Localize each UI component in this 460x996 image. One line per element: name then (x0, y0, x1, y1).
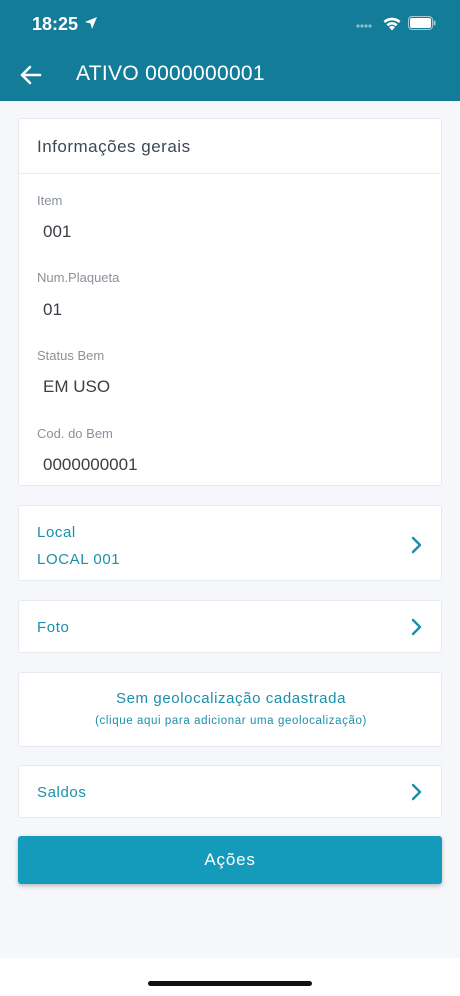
local-card[interactable]: Local LOCAL 001 (18, 505, 442, 581)
location-arrow-icon (85, 17, 97, 29)
plaqueta-label: Num.Plaqueta (37, 270, 120, 285)
foto-card[interactable]: Foto (18, 600, 442, 653)
asset-detail-screen: 18:25 ATIVO 0000000001 Informações gerai… (0, 0, 460, 996)
general-info-card: Informações gerais Item 001 Num.Plaqueta… (18, 118, 442, 486)
geolocation-card[interactable]: Sem geolocalização cadastrada (clique aq… (18, 672, 442, 747)
geolocation-title: Sem geolocalização cadastrada (115, 690, 347, 707)
content-area: Informações gerais Item 001 Num.Plaqueta… (0, 101, 460, 961)
signal-dots-icon (356, 24, 372, 28)
app-header: 18:25 ATIVO 0000000001 (0, 0, 460, 101)
home-indicator-area (0, 958, 460, 996)
back-button[interactable] (18, 62, 44, 88)
actions-button[interactable]: Ações (18, 836, 442, 884)
home-indicator[interactable] (148, 981, 312, 986)
status-label: Status Bem (37, 348, 105, 363)
cod-bem-value: 0000000001 (43, 455, 138, 474)
status-value: EM USO (43, 377, 111, 396)
item-label: Item (37, 193, 63, 208)
arrow-left-icon (20, 65, 42, 85)
local-label: Local (37, 524, 76, 541)
page-title: ATIVO 0000000001 (76, 62, 265, 85)
plaqueta-value: 01 (43, 300, 62, 319)
status-time: 18:25 (32, 14, 79, 34)
local-value: LOCAL 001 (37, 551, 121, 568)
saldos-label: Saldos (37, 784, 87, 801)
battery-icon (408, 16, 436, 30)
chevron-right-icon (411, 783, 422, 801)
chevron-right-icon (411, 536, 422, 554)
geolocation-subtitle: (clique aqui para adicionar uma geolocal… (95, 715, 367, 727)
foto-label: Foto (37, 619, 70, 636)
wifi-icon (383, 17, 401, 31)
saldos-card[interactable]: Saldos (18, 765, 442, 818)
chevron-right-icon (411, 618, 422, 636)
general-info-title: Informações gerais (19, 119, 441, 174)
cod-bem-label: Cod. do Bem (37, 426, 113, 441)
item-value: 001 (43, 222, 72, 241)
status-bar: 18:25 (0, 0, 460, 50)
